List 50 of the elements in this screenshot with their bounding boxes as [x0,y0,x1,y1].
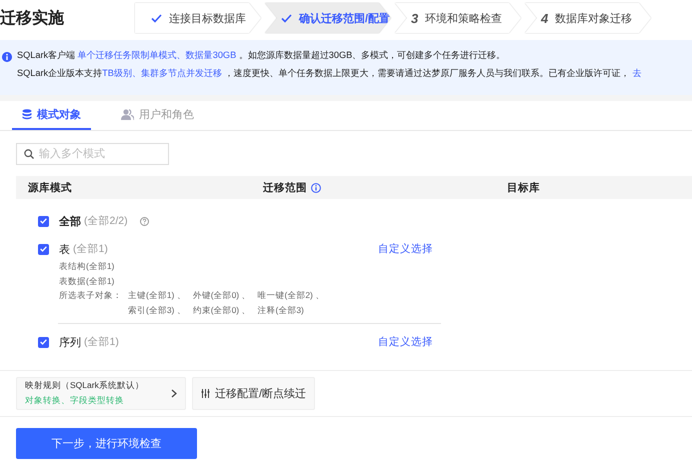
tab[interactable]: 模式对象 [12,101,91,130]
config-button[interactable]: 迁移配置/断点续迁 [192,377,315,410]
search-icon [24,149,34,159]
row-label: 序列 [59,336,81,350]
users-icon [121,109,134,120]
step-number: 4 [541,10,548,26]
row-count: (全部1) [84,335,119,349]
subobject-text: 唯一键(全部2) 、 [258,289,324,302]
subobject-text: 索引(全部3) 、 [128,304,186,317]
notice-text: SQLark企业版本支持TB级别、集群多节点并发迁移 ，速度更快、单个任务数据上限更大，需要请通过达梦原厂服务人员与我们联系。已有企业版许可证， 去 [17,67,642,80]
mapping-rules-card[interactable]: 映射规则（SQLark系统默认） 对象转换、字段类型转换 [16,377,186,410]
database-icon [22,109,32,120]
tab[interactable]: 用户和角色 [111,101,204,130]
subobject-text: 主键(全部1) 、 [128,289,186,302]
notice-link[interactable]: 去 [632,68,642,78]
step-label: 数据库对象迁移 [555,12,632,26]
search-field[interactable]: 输入多个模式 [16,143,169,165]
info-icon [2,52,12,62]
column-header: 目标库 [507,180,540,194]
subobject-text: 外键(全部0) 、 [192,289,250,302]
check-icon [281,14,292,22]
check-icon [151,14,162,22]
custom-select-link[interactable]: 自定义选择 [378,242,433,256]
chevron-right-icon [171,389,177,398]
step[interactable]: 确认迁移范围/配置 [265,3,391,33]
step-label: 环境和策略检查 [425,12,502,26]
next-step-button[interactable]: 下一步，进行环境检查 [16,428,197,459]
checkbox[interactable] [38,216,49,226]
custom-select-link[interactable]: 自定义选择 [378,335,433,349]
column-header: 源库模式 [28,180,72,194]
subobject-text: 注释(全部3) [258,304,304,317]
help-icon [140,216,149,226]
subobject-text: 约束(全部0) 、 [192,304,250,317]
detail-text: 表数据(全部1) [59,276,114,286]
info-icon [311,182,321,192]
column-header: 迁移范围 [263,180,307,194]
step-label: 连接目标数据库 [169,12,246,26]
notice-text: SQLark客户端 单个迁移任务限制单模式、数据量30GB 。如您源库数据量超过30GB、多模式，可创建多个任务进行迁移。 [17,49,506,62]
detail-text: 表结构(全部1) [59,261,114,271]
sliders-icon [200,389,210,398]
step-label: 确认迁移范围/配置 [299,12,390,26]
checkbox[interactable] [38,244,49,254]
step-number: 3 [411,10,418,26]
page-title: 迁移实施 [0,8,65,28]
subobjects-label: 所选表子对象： [59,289,122,302]
row-count: (全部2/2) [84,214,128,228]
checkbox[interactable] [38,336,49,348]
row-label: 全部 [59,214,81,228]
row-label: 表 [59,242,70,256]
row-count: (全部1) [73,242,108,256]
